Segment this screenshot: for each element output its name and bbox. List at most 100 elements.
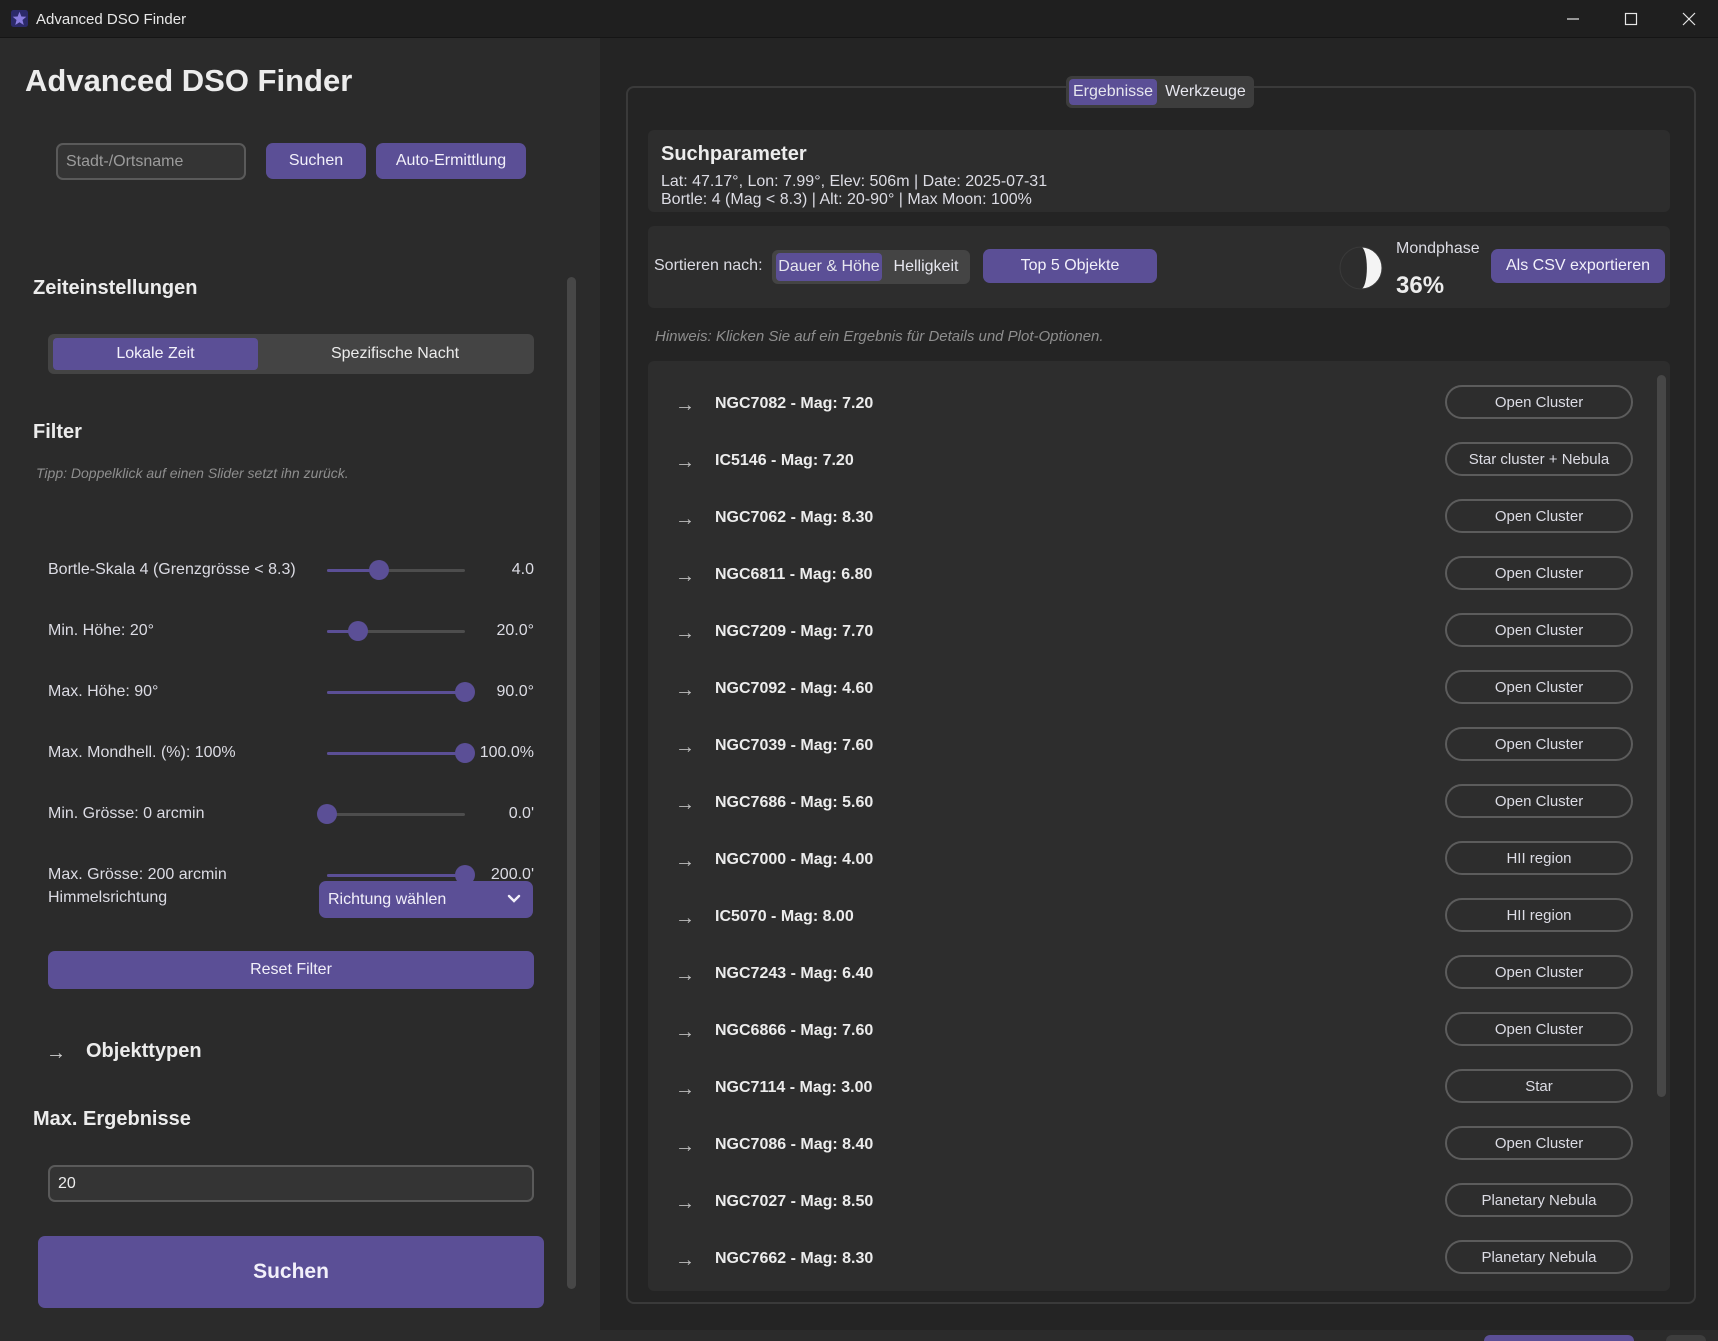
result-row[interactable]: → NGC7039 - Mag: 7.60 Open Cluster bbox=[648, 720, 1648, 777]
result-title[interactable]: IC5146 - Mag: 7.20 bbox=[715, 452, 854, 470]
result-title[interactable]: NGC7082 - Mag: 7.20 bbox=[715, 395, 873, 413]
result-type-badge[interactable]: Open Cluster bbox=[1445, 670, 1633, 704]
result-row[interactable]: → NGC7027 - Mag: 8.50 Planetary Nebula bbox=[648, 1176, 1648, 1233]
result-title[interactable]: IC5070 - Mag: 8.00 bbox=[715, 908, 854, 926]
bottom-secondary-button[interactable] bbox=[1666, 1335, 1706, 1341]
search-button[interactable]: Suchen bbox=[38, 1236, 544, 1308]
bortle-slider-thumb[interactable] bbox=[368, 560, 389, 580]
result-title[interactable]: NGC7662 - Mag: 8.30 bbox=[715, 1250, 873, 1268]
result-type-badge[interactable]: Open Cluster bbox=[1445, 784, 1633, 818]
min-altitude-slider-value: 20.0° bbox=[496, 622, 534, 639]
result-title[interactable]: NGC7027 - Mag: 8.50 bbox=[715, 1193, 873, 1211]
result-type-badge[interactable]: Open Cluster bbox=[1445, 955, 1633, 989]
result-type-badge[interactable]: Open Cluster bbox=[1445, 556, 1633, 590]
result-row[interactable]: → NGC7662 - Mag: 8.30 Planetary Nebula bbox=[648, 1233, 1648, 1290]
expand-arrow-icon[interactable]: → bbox=[46, 1042, 66, 1065]
maximize-icon bbox=[1624, 12, 1638, 26]
result-type-badge[interactable]: Open Cluster bbox=[1445, 613, 1633, 647]
sort-toggle: Dauer & Höhe Helligkeit bbox=[772, 250, 970, 284]
result-row[interactable]: → NGC7092 - Mag: 4.60 Open Cluster bbox=[648, 663, 1648, 720]
result-type-badge[interactable]: Open Cluster bbox=[1445, 1126, 1633, 1160]
result-row[interactable]: → NGC7082 - Mag: 7.20 Open Cluster bbox=[648, 378, 1648, 435]
result-row[interactable]: → NGC7114 - Mag: 3.00 Star bbox=[648, 1062, 1648, 1119]
expand-arrow-icon[interactable]: → bbox=[675, 451, 695, 474]
close-button[interactable] bbox=[1660, 0, 1718, 38]
time-option-night[interactable]: Spezifische Nacht bbox=[263, 338, 527, 370]
max-size-slider-label: Max. Grösse: 200 arcmin bbox=[48, 866, 227, 883]
result-row[interactable]: → NGC7686 - Mag: 5.60 Open Cluster bbox=[648, 777, 1648, 834]
expand-arrow-icon[interactable]: → bbox=[675, 1249, 695, 1272]
main-tabs: Ergebnisse Werkzeuge bbox=[1066, 76, 1254, 108]
result-title[interactable]: NGC7062 - Mag: 8.30 bbox=[715, 509, 873, 527]
expand-arrow-icon[interactable]: → bbox=[675, 1078, 695, 1101]
expand-arrow-icon[interactable]: → bbox=[675, 964, 695, 987]
expand-arrow-icon[interactable]: → bbox=[675, 907, 695, 930]
result-type-badge[interactable]: HII region bbox=[1445, 898, 1633, 932]
expand-arrow-icon[interactable]: → bbox=[675, 850, 695, 873]
auto-detect-button[interactable]: Auto-Ermittlung bbox=[376, 143, 526, 179]
result-title[interactable]: NGC7114 - Mag: 3.00 bbox=[715, 1079, 872, 1097]
direction-dropdown[interactable]: Richtung wählen bbox=[319, 881, 533, 918]
result-row[interactable]: → IC5070 - Mag: 8.00 HII region bbox=[648, 891, 1648, 948]
tab-results[interactable]: Ergebnisse bbox=[1069, 79, 1157, 105]
expand-arrow-icon[interactable]: → bbox=[675, 679, 695, 702]
result-type-badge[interactable]: Planetary Nebula bbox=[1445, 1183, 1633, 1217]
sort-option-brightness[interactable]: Helligkeit bbox=[884, 253, 968, 281]
min-size-slider-thumb[interactable] bbox=[317, 804, 337, 824]
top5-button[interactable]: Top 5 Objekte bbox=[983, 249, 1157, 283]
result-row[interactable]: → IC5146 - Mag: 7.20 Star cluster + Nebula bbox=[648, 435, 1648, 492]
result-type-badge[interactable]: Star cluster + Nebula bbox=[1445, 442, 1633, 476]
expand-arrow-icon[interactable]: → bbox=[675, 394, 695, 417]
sort-option-duration[interactable]: Dauer & Höhe bbox=[776, 253, 882, 281]
result-type-badge[interactable]: Open Cluster bbox=[1445, 499, 1633, 533]
max-altitude-slider-fill bbox=[327, 691, 465, 694]
result-type-badge[interactable]: Open Cluster bbox=[1445, 1012, 1633, 1046]
expand-arrow-icon[interactable]: → bbox=[675, 1135, 695, 1158]
result-row[interactable]: → NGC7062 - Mag: 8.30 Open Cluster bbox=[648, 492, 1648, 549]
min-altitude-slider-thumb[interactable] bbox=[347, 621, 368, 641]
bottom-action-button[interactable] bbox=[1484, 1335, 1634, 1341]
expand-arrow-icon[interactable]: → bbox=[675, 736, 695, 759]
expand-arrow-icon[interactable]: → bbox=[675, 1021, 695, 1044]
result-row[interactable]: → NGC7243 - Mag: 6.40 Open Cluster bbox=[648, 948, 1648, 1005]
result-title[interactable]: NGC7039 - Mag: 7.60 bbox=[715, 737, 873, 755]
expand-arrow-icon[interactable]: → bbox=[675, 1192, 695, 1215]
result-row[interactable]: → NGC7086 - Mag: 8.40 Open Cluster bbox=[648, 1119, 1648, 1176]
sidebar-scrollbar[interactable] bbox=[567, 277, 576, 1289]
result-title[interactable]: NGC7209 - Mag: 7.70 bbox=[715, 623, 873, 641]
result-row[interactable]: → NGC7209 - Mag: 7.70 Open Cluster bbox=[648, 606, 1648, 663]
expand-arrow-icon[interactable]: → bbox=[675, 508, 695, 531]
result-type-badge[interactable]: Planetary Nebula bbox=[1445, 1240, 1633, 1274]
result-title[interactable]: NGC7686 - Mag: 5.60 bbox=[715, 794, 873, 812]
result-type-badge[interactable]: Open Cluster bbox=[1445, 727, 1633, 761]
result-title[interactable]: NGC7086 - Mag: 8.40 bbox=[715, 1136, 873, 1154]
time-option-local[interactable]: Lokale Zeit bbox=[53, 338, 258, 370]
location-input[interactable]: Stadt-/Ortsname bbox=[56, 143, 246, 180]
results-scrollbar[interactable] bbox=[1657, 375, 1666, 1097]
result-row[interactable]: → NGC7000 - Mag: 4.00 HII region bbox=[648, 834, 1648, 891]
export-csv-button[interactable]: Als CSV exportieren bbox=[1491, 249, 1665, 283]
object-types-toggle[interactable]: Objekttypen bbox=[86, 1040, 202, 1063]
minimize-button[interactable] bbox=[1544, 0, 1602, 38]
result-row[interactable]: → NGC6811 - Mag: 6.80 Open Cluster bbox=[648, 549, 1648, 606]
result-title[interactable]: NGC7000 - Mag: 4.00 bbox=[715, 851, 873, 869]
result-title[interactable]: NGC7243 - Mag: 6.40 bbox=[715, 965, 873, 983]
max-results-input[interactable]: 20 bbox=[48, 1165, 534, 1202]
expand-arrow-icon[interactable]: → bbox=[675, 622, 695, 645]
minimize-icon bbox=[1567, 18, 1579, 20]
result-type-badge[interactable]: Star bbox=[1445, 1069, 1633, 1103]
expand-arrow-icon[interactable]: → bbox=[675, 565, 695, 588]
result-type-badge[interactable]: HII region bbox=[1445, 841, 1633, 875]
reset-filter-button[interactable]: Reset Filter bbox=[48, 951, 534, 989]
maximize-button[interactable] bbox=[1602, 0, 1660, 38]
location-search-button[interactable]: Suchen bbox=[266, 143, 366, 179]
result-title[interactable]: NGC6811 - Mag: 6.80 bbox=[715, 566, 872, 584]
result-type-badge[interactable]: Open Cluster bbox=[1445, 385, 1633, 419]
search-params-line-1: Lat: 47.17°, Lon: 7.99°, Elev: 506m | Da… bbox=[661, 173, 1048, 190]
result-title[interactable]: NGC7092 - Mag: 4.60 bbox=[715, 680, 873, 698]
result-title[interactable]: NGC6866 - Mag: 7.60 bbox=[715, 1022, 873, 1040]
min-size-slider-track[interactable] bbox=[327, 813, 465, 816]
expand-arrow-icon[interactable]: → bbox=[675, 793, 695, 816]
result-row[interactable]: → NGC6866 - Mag: 7.60 Open Cluster bbox=[648, 1005, 1648, 1062]
tab-tools[interactable]: Werkzeuge bbox=[1160, 79, 1251, 105]
